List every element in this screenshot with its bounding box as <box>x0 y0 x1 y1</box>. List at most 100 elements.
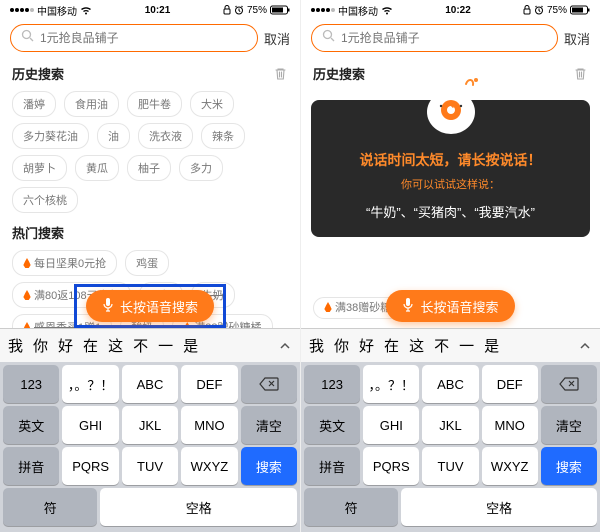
keyboard-toolbar: 我你好在这不一是 <box>301 328 600 362</box>
backspace-key[interactable] <box>541 365 597 403</box>
key[interactable]: PQRS <box>363 447 419 485</box>
key[interactable]: 符 <box>304 488 398 526</box>
keyboard-toolbar: 我你好在这不一是 <box>0 328 300 362</box>
search-row: 取消 <box>0 18 300 58</box>
key[interactable]: DEF <box>482 365 538 403</box>
history-tag[interactable]: 黄瓜 <box>75 155 119 181</box>
voice-search-button[interactable]: 长按语音搜索 <box>386 290 514 322</box>
search-box[interactable] <box>311 24 558 52</box>
history-tag[interactable]: 柚子 <box>127 155 171 181</box>
key[interactable]: 空格 <box>100 488 297 526</box>
candidate[interactable]: 一 <box>459 335 474 356</box>
key[interactable]: 搜索 <box>541 447 597 485</box>
toast-examples: “牛奶”、“买猪肉”、“我要汽水” <box>325 202 576 221</box>
key[interactable]: ，。？！ <box>363 365 419 403</box>
history-tag[interactable]: 食用油 <box>64 91 119 117</box>
history-tag[interactable]: 肥牛卷 <box>127 91 182 117</box>
history-tag[interactable]: 多力 <box>179 155 223 181</box>
content-area: 历史搜索 x <box>301 58 600 328</box>
history-tag[interactable]: 多力葵花油 <box>12 123 89 149</box>
candidate[interactable]: 我 <box>8 335 23 356</box>
hot-tag[interactable]: 每日坚果0元抢 <box>12 250 117 276</box>
search-input[interactable] <box>341 31 547 45</box>
voice-search-button[interactable]: 长按语音搜索 <box>86 290 214 322</box>
key[interactable]: 拼音 <box>3 447 59 485</box>
status-time: 10:21 <box>145 5 171 16</box>
mascot-icon <box>419 76 483 136</box>
battery-percent: 75% <box>547 5 567 16</box>
trash-icon[interactable] <box>273 66 288 81</box>
search-icon <box>21 29 34 47</box>
backspace-key[interactable] <box>241 365 297 403</box>
key[interactable]: 搜索 <box>241 447 297 485</box>
key[interactable]: TUV <box>122 447 178 485</box>
history-tag[interactable]: 辣条 <box>201 123 245 149</box>
key[interactable]: 英文 <box>3 406 59 444</box>
candidate[interactable]: 我 <box>309 335 324 356</box>
key[interactable]: 123 <box>304 365 360 403</box>
signal-icon <box>10 8 34 12</box>
candidate[interactable]: 是 <box>484 335 499 356</box>
history-tag[interactable]: 洗衣液 <box>138 123 193 149</box>
candidate[interactable]: 一 <box>158 335 173 356</box>
content-area: 历史搜索 潘婷食用油肥牛卷大米多力葵花油油洗衣液辣条胡萝卜黄瓜柚子多力六个核桃 … <box>0 58 300 328</box>
search-input[interactable] <box>40 31 247 45</box>
collapse-keyboard-icon[interactable] <box>278 339 292 353</box>
key[interactable]: WXYZ <box>181 447 237 485</box>
key[interactable]: ABC <box>422 365 478 403</box>
key[interactable]: 清空 <box>541 406 597 444</box>
candidate[interactable]: 这 <box>108 335 123 356</box>
carrier: 中国移动 <box>37 3 77 18</box>
key[interactable]: MNO <box>482 406 538 444</box>
collapse-keyboard-icon[interactable] <box>578 339 592 353</box>
key[interactable]: PQRS <box>62 447 118 485</box>
key[interactable]: MNO <box>181 406 237 444</box>
candidate[interactable]: 好 <box>359 335 374 356</box>
voice-label: 长按语音搜索 <box>120 297 198 316</box>
trash-icon[interactable] <box>573 66 588 81</box>
key[interactable]: GHI <box>363 406 419 444</box>
key[interactable]: 符 <box>3 488 97 526</box>
key[interactable]: 清空 <box>241 406 297 444</box>
alarm-icon <box>234 5 244 15</box>
history-tag[interactable]: 潘婷 <box>12 91 56 117</box>
history-tag[interactable]: 大米 <box>190 91 234 117</box>
history-tag[interactable]: 六个核桃 <box>12 187 78 213</box>
battery-icon <box>570 5 590 15</box>
history-title: 历史搜索 <box>313 64 365 83</box>
key[interactable]: JKL <box>122 406 178 444</box>
key[interactable]: GHI <box>62 406 118 444</box>
candidate[interactable]: 在 <box>83 335 98 356</box>
cancel-button[interactable]: 取消 <box>564 29 590 48</box>
key[interactable]: 空格 <box>401 488 597 526</box>
candidate[interactable]: 这 <box>409 335 424 356</box>
key[interactable]: TUV <box>422 447 478 485</box>
lock-icon <box>223 5 231 15</box>
key[interactable]: 拼音 <box>304 447 360 485</box>
candidate[interactable]: 你 <box>33 335 48 356</box>
key[interactable]: JKL <box>422 406 478 444</box>
cancel-button[interactable]: 取消 <box>264 29 290 48</box>
history-title: 历史搜索 <box>12 64 64 83</box>
key[interactable]: 123 <box>3 365 59 403</box>
candidate[interactable]: 你 <box>334 335 349 356</box>
search-box[interactable] <box>10 24 258 52</box>
candidate[interactable]: 不 <box>133 335 148 356</box>
key[interactable]: ABC <box>122 365 178 403</box>
screenshot-right: 中国移动 10:22 75% 取消 历史搜索 x <box>300 0 600 532</box>
candidate[interactable]: 好 <box>58 335 73 356</box>
history-tag[interactable]: 油 <box>97 123 130 149</box>
key[interactable]: DEF <box>181 365 237 403</box>
candidate[interactable]: 不 <box>434 335 449 356</box>
key[interactable]: WXYZ <box>482 447 538 485</box>
candidate[interactable]: 是 <box>183 335 198 356</box>
history-tag[interactable]: 胡萝卜 <box>12 155 67 181</box>
key[interactable]: 英文 <box>304 406 360 444</box>
keyboard: 123，。？！ABCDEF 英文GHIJKLMNO清空拼音PQRSTUVWXYZ搜… <box>0 362 300 532</box>
candidate[interactable]: 在 <box>384 335 399 356</box>
search-row: 取消 <box>301 18 600 58</box>
toast-title: 说话时间太短，请长按说话！ <box>325 150 576 170</box>
hot-tag[interactable]: 鸡蛋 <box>125 250 169 276</box>
hot-title: 热门搜索 <box>12 223 64 242</box>
key[interactable]: ，。？！ <box>62 365 118 403</box>
